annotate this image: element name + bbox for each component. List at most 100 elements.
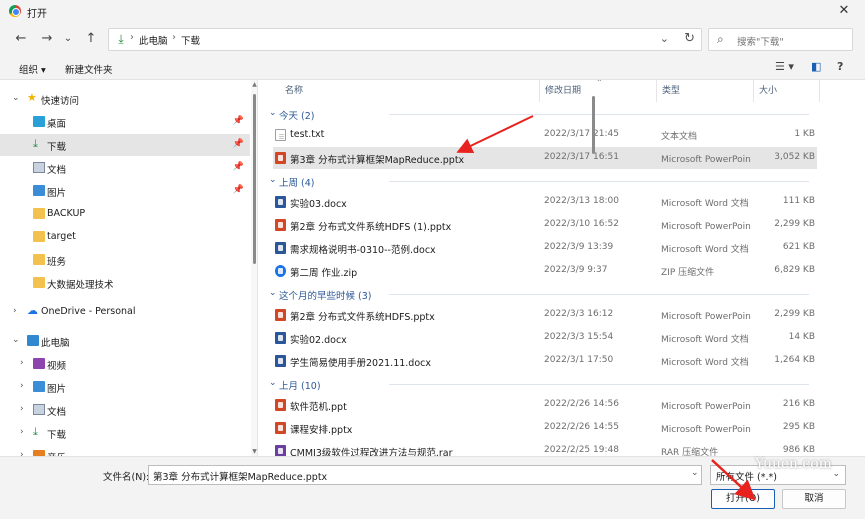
chevron-down-icon[interactable]: ⌄ — [660, 32, 669, 45]
chevron-down-icon[interactable]: ⌄ — [12, 93, 20, 103]
sidebar-item-pc-downloads[interactable]: › ⤓ 下载 — [0, 422, 250, 444]
watermark-text: Yuucn.com — [755, 456, 832, 472]
breadcrumb-downloads[interactable]: 下载 — [181, 33, 200, 47]
pin-icon: 📌 — [232, 162, 244, 172]
file-size: 6,829 KB — [774, 264, 815, 275]
file-name: 实验03.docx — [290, 199, 347, 211]
sidebar-item-target[interactable]: target — [0, 226, 250, 248]
file-row[interactable]: 需求规格说明书-0310--范例.docx 2022/3/9 13:39 Micro… — [273, 237, 817, 259]
chevron-down-icon[interactable]: ⌄ — [12, 335, 20, 345]
chevron-right-icon[interactable]: › — [13, 306, 17, 316]
file-list-scrollbar[interactable] — [589, 80, 598, 456]
chevron-right-icon[interactable]: › — [20, 427, 24, 437]
file-name: 第二周 作业.zip — [290, 267, 358, 279]
chevron-right-icon[interactable]: › — [20, 358, 24, 368]
group-header[interactable]: ⌄ 上月 (10) — [259, 375, 819, 393]
file-row[interactable]: 学生简易使用手册2021.11.docx 2022/3/1 17:50 Micros… — [273, 350, 817, 372]
sidebar-item-this-pc[interactable]: ⌄ 此电脑 — [0, 330, 250, 352]
sidebar-item-videos[interactable]: › 视频 — [0, 353, 250, 375]
chevron-down-icon[interactable]: ⌄ — [269, 288, 277, 298]
column-divider[interactable] — [656, 80, 657, 102]
scroll-down-icon[interactable]: ▼ — [251, 448, 257, 455]
sidebar-item-class-affairs[interactable]: 班务 — [0, 249, 250, 271]
sidebar-item-pc-documents[interactable]: › 文档 — [0, 399, 250, 421]
file-type: Microsoft PowerPoint 演示文稿 — [661, 402, 751, 413]
column-divider[interactable] — [753, 80, 754, 102]
chevron-down-icon[interactable]: ⌄ — [691, 468, 699, 478]
file-row[interactable]: 实验02.docx 2022/3/3 15:54 Microsoft Word 文档… — [273, 327, 817, 349]
file-date: 2022/3/1 17:50 — [544, 354, 614, 365]
column-header-date[interactable]: 修改日期 — [545, 83, 581, 96]
column-header-type[interactable]: 类型 — [662, 83, 680, 96]
breadcrumb-this-pc[interactable]: 此电脑 — [139, 33, 168, 47]
column-divider[interactable] — [539, 80, 540, 102]
file-row[interactable]: CMMI3级软件过程改进方法与规范.rar 2022/2/25 19:48 RAR … — [273, 440, 817, 456]
file-size: 2,299 KB — [774, 219, 815, 230]
column-divider[interactable] — [819, 80, 820, 102]
file-row[interactable]: 课程安排.pptx 2022/2/26 14:55 Microsoft PowerP… — [273, 417, 817, 439]
recent-locations-button[interactable]: ⌄ — [59, 30, 77, 48]
sidebar-item-desktop[interactable]: 桌面 📌 — [0, 111, 250, 133]
group-header[interactable]: ⌄ 今天 (2) — [259, 105, 819, 123]
file-name: 第3章 分布式计算框架MapReduce.pptx — [290, 154, 465, 166]
sidebar-item-label: 快速访问 — [41, 96, 80, 107]
organize-button[interactable]: 组织 ▾ — [19, 62, 46, 76]
forward-button[interactable]: → — [38, 30, 56, 48]
column-header-name[interactable]: 名称 — [285, 83, 303, 96]
sidebar-item-downloads[interactable]: ⤓ 下载 📌 — [0, 134, 250, 156]
sidebar-item-pictures[interactable]: 图片 📌 — [0, 180, 250, 202]
scrollbar-thumb[interactable] — [253, 94, 256, 264]
sidebar-item-pc-pictures[interactable]: › 图片 — [0, 376, 250, 398]
group-header[interactable]: ⌄ 这个月的早些时候 (3) — [259, 285, 819, 303]
chevron-right-icon[interactable]: › — [20, 404, 24, 414]
download-icon: ⤓ — [118, 32, 124, 46]
view-options-icon[interactable]: ☰ ▾ — [775, 60, 794, 73]
new-folder-button[interactable]: 新建文件夹 — [65, 62, 113, 76]
sidebar-scrollbar[interactable]: ▲ ▼ — [251, 80, 257, 456]
file-row[interactable]: 第2章 分布式文件系统HDFS.pptx 2022/3/3 16:12 Micros… — [273, 304, 817, 326]
file-type: Microsoft Word 文档 — [661, 199, 749, 210]
up-button[interactable]: ↑ — [82, 30, 100, 48]
file-type: ZIP 压缩文件 — [661, 267, 715, 278]
file-row[interactable]: 第3章 分布式计算框架MapReduce.pptx 2022/3/17 16:51… — [273, 146, 817, 169]
search-input[interactable]: ⌕ 搜索"下载" — [708, 28, 853, 51]
address-bar[interactable]: ⤓ › 此电脑 › 下载 ⌄ ↻ — [108, 28, 702, 51]
chevron-down-icon[interactable]: ⌄ — [269, 108, 277, 118]
sidebar-item-backup[interactable]: BACKUP — [0, 203, 250, 225]
sidebar-item-music[interactable]: › 音乐 — [0, 445, 250, 456]
file-row[interactable]: test.txt 2022/3/17 21:45 文本文档 1 KB — [273, 124, 817, 146]
column-header-size[interactable]: 大小 — [759, 83, 777, 96]
refresh-icon[interactable]: ↻ — [684, 31, 695, 46]
group-divider — [389, 294, 809, 296]
sidebar-item-quick-access[interactable]: ⌄ ★ 快速访问 — [0, 88, 250, 110]
group-label: 上月 (10) — [279, 381, 321, 393]
chevron-down-icon[interactable]: ⌄ — [269, 378, 277, 388]
preview-pane-icon[interactable]: ◧ — [811, 60, 821, 73]
close-button[interactable]: ✕ — [831, 2, 857, 20]
file-row[interactable]: 实验03.docx 2022/3/13 18:00 Microsoft Word 文… — [273, 191, 817, 213]
doc-file-icon — [275, 196, 286, 209]
chevron-down-icon: ⌄ — [832, 469, 840, 479]
open-button[interactable]: 打开(O) — [711, 489, 775, 509]
scroll-up-icon[interactable]: ▲ — [251, 81, 257, 88]
sidebar-item-big-data[interactable]: 大数据处理技术 — [0, 272, 250, 294]
filename-input[interactable]: 第3章 分布式计算框架MapReduce.pptx — [148, 465, 702, 485]
group-header[interactable]: ⌄ 上周 (4) — [259, 172, 819, 190]
ppt-file-icon — [275, 309, 286, 322]
help-icon[interactable]: ? — [837, 60, 843, 73]
file-row[interactable]: 第2章 分布式文件系统HDFS (1).pptx 2022/3/10 16:52 M… — [273, 214, 817, 236]
cancel-button[interactable]: 取消 — [782, 489, 846, 509]
file-date: 2022/3/17 21:45 — [544, 129, 619, 139]
file-type: Microsoft Word 文档 — [661, 334, 749, 345]
scrollbar-thumb[interactable] — [592, 96, 595, 154]
file-row[interactable]: 第二周 作业.zip 2022/3/9 9:37 ZIP 压缩文件 6,829 KB — [273, 260, 817, 282]
file-size: 295 KB — [782, 422, 815, 432]
back-button[interactable]: ← — [12, 30, 30, 48]
sidebar-item-documents[interactable]: 文档 📌 — [0, 157, 250, 179]
file-row[interactable]: 软件范机.ppt 2022/2/26 14:56 Microsoft PowerPo… — [273, 394, 817, 416]
sidebar-item-onedrive[interactable]: › ☁ OneDrive - Personal — [0, 301, 250, 323]
ppt-file-icon — [275, 399, 286, 412]
chevron-down-icon[interactable]: ⌄ — [269, 175, 277, 185]
chevron-right-icon[interactable]: › — [20, 381, 24, 391]
group-label: 上周 (4) — [279, 178, 315, 190]
